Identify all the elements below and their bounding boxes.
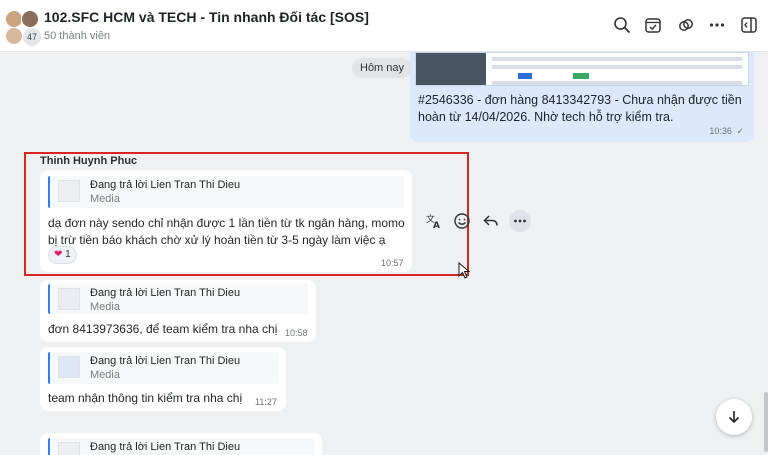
attached-screenshot-image[interactable] (415, 52, 749, 86)
message-time: 11:27 (255, 397, 277, 407)
sidebar-toggle-icon[interactable] (738, 14, 760, 36)
my-message-bubble[interactable]: #2546336 - đơn hàng 8413342793 - Chưa nh… (410, 52, 754, 142)
reply-type: Media (90, 369, 120, 381)
group-title[interactable]: 102.SFC HCM và TECH - Tin nhanh Đối tác … (44, 9, 369, 25)
reply-icon[interactable] (480, 210, 502, 232)
translate-icon[interactable]: 文A (423, 210, 445, 232)
reply-thumbnail (58, 442, 80, 455)
chat-header: 47 102.SFC HCM và TECH - Tin nhanh Đối t… (0, 0, 768, 52)
emoji-icon[interactable] (451, 210, 473, 232)
reply-thumbnail (58, 356, 80, 378)
my-message-text: #2546336 - đơn hàng 8413342793 - Chưa nh… (418, 93, 742, 124)
scrollbar[interactable] (764, 392, 768, 452)
reply-quote[interactable]: Đang trả lời Lien Tran Thi Dieu Media (48, 284, 308, 314)
message-time: 10:58 (285, 328, 308, 338)
reply-quote[interactable]: Đang trả lời Lien Tran Thi Dieu (48, 438, 314, 455)
mouse-cursor-icon (458, 262, 470, 279)
group-avatar[interactable]: 47 (5, 10, 41, 46)
highlight-box (24, 152, 469, 276)
sent-check-icon: ✓ (736, 126, 744, 136)
reply-thumbnail (58, 288, 80, 310)
reply-to-label: Đang trả lời Lien Tran Thi Dieu (90, 287, 241, 299)
reply-quote[interactable]: Đang trả lời Lien Tran Thi Dieu Media (48, 352, 278, 384)
reply-type: Media (90, 301, 120, 313)
message-bubble[interactable]: Đang trả lời Lien Tran Thi Dieu (40, 433, 322, 455)
avatar (21, 10, 39, 28)
arrow-down-icon (728, 411, 740, 424)
message-time-label: 10:36 (709, 126, 732, 136)
more-icon[interactable] (706, 14, 728, 36)
svg-text:A: A (433, 221, 440, 230)
search-icon[interactable] (611, 14, 633, 36)
message-list[interactable]: #2546336 - đơn hàng 8413342793 - Chưa nh… (0, 52, 768, 455)
link-icon[interactable] (675, 14, 697, 36)
avatar-count: 47 (23, 28, 41, 46)
date-separator: Hôm nay (352, 58, 413, 78)
message-time: 10:36 ✓ (709, 126, 744, 137)
reply-to-label: Đang trả lời Lien Tran Thi Dieu (90, 441, 241, 453)
message-bubble[interactable]: Đang trả lời Lien Tran Thi Dieu Media đơ… (40, 280, 316, 342)
avatar (5, 27, 23, 45)
member-count[interactable]: 50 thành viên (44, 30, 110, 42)
more-icon[interactable] (509, 210, 531, 232)
reply-to-label: Đang trả lời Lien Tran Thi Dieu (90, 355, 241, 367)
message-text: đơn 8413973636, để team kiểm tra nha chị (48, 322, 278, 336)
message-text: team nhận thông tin kiểm tra nha chị (48, 391, 243, 405)
message-bubble[interactable]: Đang trả lời Lien Tran Thi Dieu Media te… (40, 347, 286, 411)
calendar-check-icon[interactable] (642, 14, 664, 36)
scroll-to-bottom-button[interactable] (716, 399, 752, 435)
